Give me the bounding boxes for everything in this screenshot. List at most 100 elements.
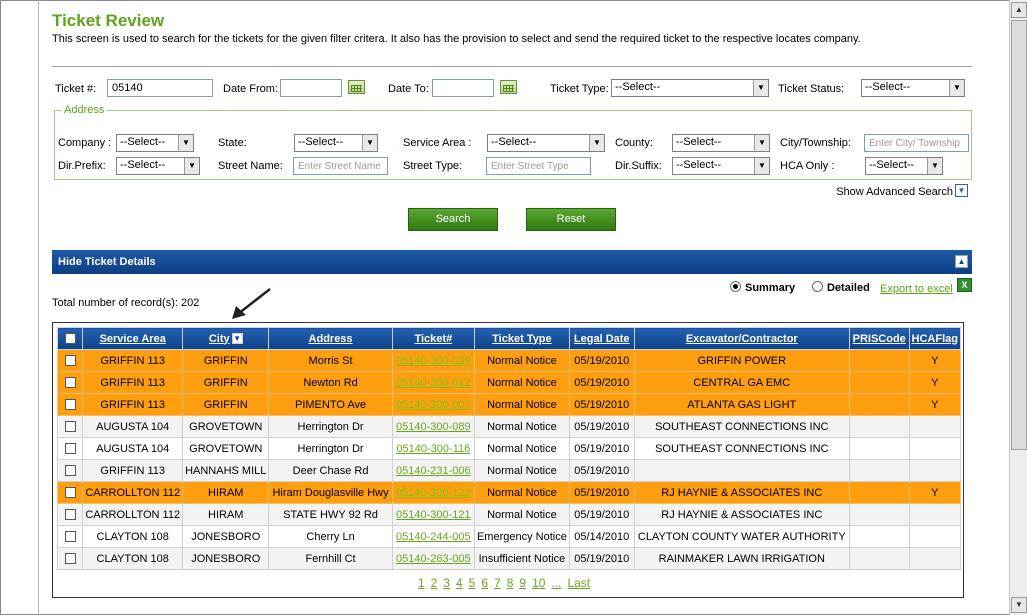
cell-ticket-link[interactable]: 05140-231-006: [391, 459, 475, 482]
row-checkbox[interactable]: [64, 553, 76, 565]
summary-radio-label[interactable]: Summary: [745, 282, 795, 294]
export-to-excel-link[interactable]: Export to excel: [880, 283, 953, 295]
county-select[interactable]: --Select-- ▼: [672, 134, 770, 152]
row-checkbox[interactable]: [64, 399, 76, 411]
page-link[interactable]: 1: [418, 576, 425, 590]
table-row[interactable]: AUGUSTA 104 GROVETOWN Herrington Dr 05140-3…: [56, 437, 962, 460]
select-all-header[interactable]: [56, 327, 84, 350]
page-link[interactable]: 8: [507, 576, 514, 590]
row-checkbox[interactable]: [64, 443, 76, 455]
col-address[interactable]: Address: [268, 327, 393, 350]
page-link[interactable]: 2: [431, 576, 438, 590]
date-from-input[interactable]: [280, 79, 342, 97]
page-link[interactable]: 5: [469, 576, 476, 590]
page-link[interactable]: 3: [443, 576, 450, 590]
page-link[interactable]: Last: [567, 576, 590, 590]
row-select-cell[interactable]: [56, 459, 84, 482]
reset-button[interactable]: Reset: [526, 208, 616, 231]
page-link[interactable]: ...: [551, 576, 561, 590]
row-checkbox[interactable]: [64, 509, 76, 521]
scroll-thumb[interactable]: [1011, 20, 1027, 450]
show-advanced-search-link[interactable]: Show Advanced Search: [836, 186, 953, 198]
cell-ticket-link[interactable]: 05140-300-089: [391, 415, 475, 438]
row-checkbox[interactable]: [64, 377, 76, 389]
cell-ticket-link[interactable]: 05140-244-005: [391, 525, 475, 548]
col-service-area[interactable]: Service Area: [82, 327, 184, 350]
cell-ticket-link[interactable]: 05140-300-121: [391, 503, 475, 526]
collapse-up-icon[interactable]: ▲: [955, 255, 968, 268]
table-row[interactable]: AUGUSTA 104 GROVETOWN Herrington Dr 05140-3…: [56, 415, 962, 438]
table-row[interactable]: GRIFFIN 113 HANNAHS MILL Deer Chase Rd 0514…: [56, 459, 962, 482]
excel-icon[interactable]: X: [957, 278, 972, 292]
table-row[interactable]: GRIFFIN 113 GRIFFIN Morris St 05140-300-039…: [56, 349, 962, 372]
ticket-details-header[interactable]: Hide Ticket Details ▲: [52, 250, 972, 274]
table-row[interactable]: CLAYTON 108 JONESBORO Cherry Ln 05140-244-0…: [56, 525, 962, 548]
street-name-input[interactable]: [293, 157, 388, 175]
page-link[interactable]: 9: [519, 576, 526, 590]
col-ticket[interactable]: Ticket#: [391, 327, 475, 350]
detailed-radio[interactable]: [812, 281, 823, 292]
row-checkbox[interactable]: [64, 531, 76, 543]
dir-prefix-select[interactable]: --Select-- ▼: [116, 157, 200, 175]
scroll-down-icon[interactable]: ▼: [1011, 597, 1027, 613]
chevron-down-icon: ▼: [589, 135, 604, 151]
search-button[interactable]: Search: [408, 208, 498, 231]
table-row[interactable]: CLAYTON 108 JONESBORO Fernhill Ct 05140-263…: [56, 547, 962, 570]
state-select[interactable]: --Select-- ▼: [294, 134, 378, 152]
company-select[interactable]: --Select-- ▼: [116, 134, 194, 152]
service-area-select[interactable]: --Select-- ▼: [487, 134, 605, 152]
page-link[interactable]: 4: [456, 576, 463, 590]
col-city[interactable]: City ▼: [182, 327, 270, 350]
chevron-down-icon[interactable]: ▼: [231, 333, 243, 345]
row-checkbox[interactable]: [64, 355, 76, 367]
table-row[interactable]: CARROLLTON 112 HIRAM Hiram Douglasville Hw…: [56, 481, 962, 504]
calendar-icon[interactable]: [348, 80, 365, 94]
cell-ticket-link[interactable]: 05140-300-122: [391, 481, 475, 504]
col-priscode[interactable]: PRISCode: [848, 327, 910, 350]
row-checkbox[interactable]: [64, 421, 76, 433]
col-city-label[interactable]: City: [209, 333, 230, 345]
cell-ticket-link[interactable]: 05140-300-012: [391, 371, 475, 394]
hide-ticket-details-label[interactable]: Hide Ticket Details: [58, 256, 156, 268]
row-checkbox[interactable]: [64, 487, 76, 499]
hca-only-select[interactable]: --Select-- ▼: [865, 157, 943, 175]
expand-down-icon[interactable]: ▼: [955, 184, 968, 197]
dir-suffix-select[interactable]: --Select-- ▼: [672, 157, 770, 175]
ticket-status-select[interactable]: --Select-- ▼: [861, 79, 965, 97]
col-ticket-type[interactable]: Ticket Type: [473, 327, 570, 350]
vertical-scrollbar[interactable]: ▲ ▼: [1009, 0, 1027, 615]
ticket-number-input[interactable]: [107, 79, 213, 97]
row-select-cell[interactable]: [56, 503, 84, 526]
detailed-radio-label[interactable]: Detailed: [827, 282, 870, 294]
table-row[interactable]: GRIFFIN 113 GRIFFIN PIMENTO Ave 05140-300-0…: [56, 393, 962, 416]
ticket-type-select[interactable]: --Select-- ▼: [611, 79, 769, 97]
row-select-cell[interactable]: [56, 481, 84, 504]
row-select-cell[interactable]: [56, 437, 84, 460]
city-township-input[interactable]: [864, 134, 969, 152]
col-hcaflag[interactable]: HCAFlag: [908, 327, 962, 350]
cell-ticket-link[interactable]: 05140-263-005: [391, 547, 475, 570]
row-select-cell[interactable]: [56, 393, 84, 416]
row-select-cell[interactable]: [56, 415, 84, 438]
scroll-up-icon[interactable]: ▲: [1011, 2, 1027, 18]
row-select-cell[interactable]: [56, 371, 84, 394]
street-type-input[interactable]: [486, 157, 591, 175]
row-select-cell[interactable]: [56, 349, 84, 372]
col-excavator[interactable]: Excavator/Contractor: [633, 327, 850, 350]
page-link[interactable]: 10: [532, 576, 545, 590]
col-legal-date[interactable]: Legal Date: [568, 327, 635, 350]
table-row[interactable]: GRIFFIN 113 GRIFFIN Newton Rd 05140-300-012…: [56, 371, 962, 394]
row-select-cell[interactable]: [56, 525, 84, 548]
row-checkbox[interactable]: [64, 465, 76, 477]
date-to-input[interactable]: [432, 79, 494, 97]
cell-ticket-link[interactable]: 05140-300-007: [391, 393, 475, 416]
page-link[interactable]: 7: [494, 576, 501, 590]
table-row[interactable]: CARROLLTON 112 HIRAM STATE HWY 92 Rd 05140-…: [56, 503, 962, 526]
row-select-cell[interactable]: [56, 547, 84, 570]
calendar-icon[interactable]: [500, 80, 517, 94]
cell-ticket-link[interactable]: 05140-300-039: [391, 349, 475, 372]
cell-ticket-link[interactable]: 05140-300-116: [391, 437, 475, 460]
select-all-checkbox[interactable]: [64, 333, 76, 345]
page-link[interactable]: 6: [481, 576, 488, 590]
summary-radio[interactable]: [730, 281, 741, 292]
